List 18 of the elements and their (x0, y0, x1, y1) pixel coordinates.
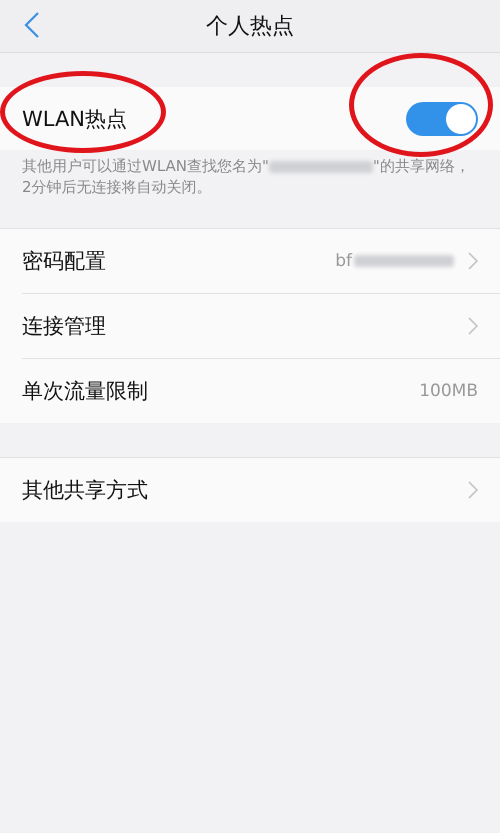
page-title: 个人热点 (206, 13, 294, 41)
back-icon[interactable] (24, 12, 40, 38)
chevron-icon (468, 481, 478, 499)
hotspot-description: 其他用户可以通过WLAN查找您名为" "的共享网络，2分钟后无连接将自动关闭。 (22, 156, 471, 198)
row-label: 连接管理 (22, 313, 107, 340)
settings-row[interactable]: 其他共享方式 (0, 457, 500, 522)
row-value: 100MB (419, 381, 478, 401)
hotspot-toggle[interactable] (406, 102, 478, 136)
hotspot-label: WLAN热点 (22, 106, 128, 132)
settings-row[interactable]: 连接管理 (22, 293, 500, 358)
chevron-icon (468, 252, 478, 270)
row-value: bf (335, 251, 352, 271)
row-label: 密码配置 (22, 248, 107, 275)
settings-row[interactable]: 密码配置 bf (0, 228, 500, 293)
settings-row[interactable]: 单次流量限制 100MB (22, 358, 500, 423)
row-label: 单次流量限制 (22, 378, 149, 405)
row-label: 其他共享方式 (22, 477, 149, 504)
chevron-icon (468, 317, 478, 335)
